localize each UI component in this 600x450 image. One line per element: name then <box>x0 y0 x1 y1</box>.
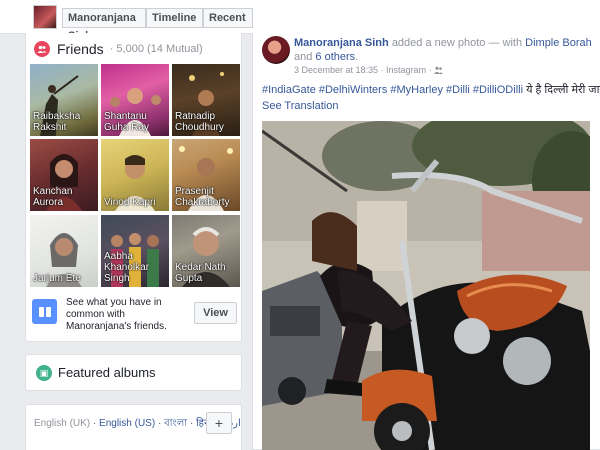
current-language: English (UK) <box>34 418 91 429</box>
mutual-friends-text: See what you have in common with Manoran… <box>66 297 167 332</box>
post-and-text: and <box>294 51 313 63</box>
friend-tile[interactable]: Vinod Kapri <box>101 139 169 211</box>
albums-icon: ▣ <box>36 365 52 381</box>
view-button[interactable]: View <box>194 302 237 324</box>
friends-card: Friends · 5,000 (14 Mutual) Raibaksha Ra… <box>25 33 242 342</box>
mutual-friends-prompt: See what you have in common with Manoran… <box>32 297 237 337</box>
friend-tile[interactable]: Jarjum Ete <box>30 215 98 287</box>
add-language-button[interactable]: + <box>206 412 232 434</box>
friend-name: Prasenjit Chakraborty <box>175 186 230 208</box>
friend-name: Aabha Khanolkar Singh <box>104 251 150 284</box>
friend-name: Shantanu Guha Ray <box>104 111 150 133</box>
friend-tile[interactable]: Shantanu Guha Ray <box>101 64 169 136</box>
featured-albums-card[interactable]: ▣ Featured albums <box>25 354 242 391</box>
friends-icon <box>34 41 50 57</box>
post-author-link[interactable]: Manoranjana Sinh <box>294 37 389 49</box>
friend-tile[interactable]: Aabha Khanolkar Singh <box>101 215 169 287</box>
friend-tile[interactable]: Raibaksha Rakshit <box>30 64 98 136</box>
friend-tile[interactable]: Kedar Nath Gupta <box>172 215 240 287</box>
post-header: Manoranjana Sinh added a new photo — wit… <box>294 36 594 64</box>
friends-count: · 5,000 (14 Mutual) <box>109 43 203 55</box>
tagged-others-link[interactable]: 6 others <box>315 51 355 63</box>
friend-tile[interactable]: Ratnadip Choudhury <box>172 64 240 136</box>
hashtag-links[interactable]: #IndiaGate #DelhiWinters #MyHarley #Dill… <box>262 84 523 96</box>
friend-name: Kedar Nath Gupta <box>175 262 226 284</box>
timeline-label: Timeline <box>152 12 197 24</box>
profile-name-button[interactable]: Manoranjana Sinh <box>62 8 146 42</box>
friends-header[interactable]: Friends · 5,000 (14 Mutual) <box>34 39 203 59</box>
language-selector-card: English (UK) · English (US) · বাংলা · हि… <box>25 404 242 450</box>
timeline-sticky-header: Manoranjana Sinh Timeline Recent <box>0 0 600 42</box>
friends-title[interactable]: Friends <box>57 41 104 57</box>
post-text: #IndiaGate #DelhiWinters #MyHarley #Dill… <box>262 82 600 97</box>
timeline-post: Manoranjana Sinh added a new photo — wit… <box>252 33 600 450</box>
friends-audience-icon[interactable] <box>434 66 444 74</box>
see-translation-link[interactable]: See Translation <box>262 100 338 112</box>
recent-dropdown[interactable]: Recent <box>203 8 253 39</box>
friend-name: Raibaksha Rakshit <box>33 111 81 133</box>
post-photo[interactable] <box>262 121 590 450</box>
post-action-text: added a new photo — with <box>391 37 523 49</box>
post-hindi-text: ये है दिल्ली मेरी जान <box>526 84 600 96</box>
post-period: . <box>355 51 359 63</box>
friend-name: Ratnadip Choudhury <box>175 111 224 133</box>
friend-tile[interactable]: Kanchan Aurora <box>30 139 98 211</box>
tagged-person-link[interactable]: Dimple Borah <box>525 37 592 49</box>
timeline-dropdown[interactable]: Timeline <box>146 8 203 39</box>
featured-albums-title[interactable]: Featured albums <box>58 365 156 380</box>
post-meta: 3 December at 18:35 · Instagram · <box>294 65 444 75</box>
friends-compare-icon <box>32 299 57 324</box>
friend-tile[interactable]: Prasenjit Chakraborty <box>172 139 240 211</box>
recent-label: Recent <box>209 12 246 24</box>
friend-name: Vinod Kapri <box>104 197 156 208</box>
post-author-avatar[interactable] <box>262 36 290 64</box>
post-timestamp[interactable]: 3 December at 18:35 · Instagram · <box>294 65 432 75</box>
profile-avatar-small[interactable] <box>33 5 57 29</box>
friend-name: Kanchan Aurora <box>33 186 73 208</box>
friend-name: Jarjum Ete <box>33 273 81 284</box>
language-link[interactable]: English (US) <box>99 418 155 429</box>
language-link[interactable]: বাংলা <box>164 418 187 429</box>
